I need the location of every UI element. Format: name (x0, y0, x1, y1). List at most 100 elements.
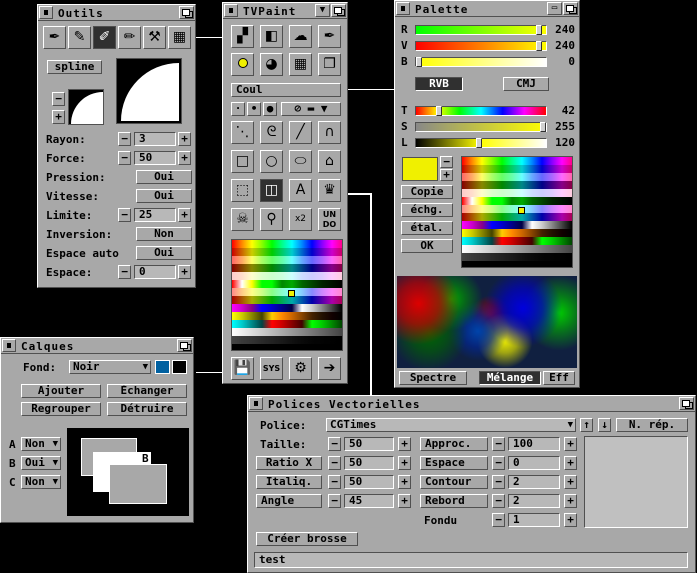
espace-field[interactable]: 0 (134, 265, 176, 279)
palette-color-grid[interactable] (461, 156, 573, 268)
fondu-field[interactable]: 1 (508, 513, 560, 527)
text-input[interactable]: test (254, 552, 688, 568)
magnifier-icon[interactable]: ⚲ (260, 208, 283, 231)
l-slider-knob[interactable] (476, 138, 482, 148)
menu-arrow-icon[interactable]: ▼ (315, 4, 330, 17)
v-slider[interactable] (415, 41, 547, 51)
skull-clear-icon[interactable]: ☠ (231, 208, 254, 231)
arrow-up-icon[interactable]: ↑ (580, 418, 593, 432)
arrow-right-icon[interactable]: ➔ (318, 357, 341, 380)
brush-size-3-button[interactable]: ● (263, 102, 277, 116)
depth-gadget-icon[interactable] (679, 397, 694, 410)
selection-rectangle-icon[interactable]: ⬚ (231, 179, 254, 202)
rvb-button[interactable]: RVB (415, 77, 463, 91)
espace-button[interactable]: Espace (420, 456, 488, 470)
depth-gadget-icon[interactable] (179, 6, 194, 19)
rayon-plus-button[interactable]: + (178, 132, 191, 146)
espace-plus-button[interactable]: + (564, 456, 577, 470)
rayon-field[interactable]: 3 (134, 132, 176, 146)
curve-icon[interactable]: ∩ (318, 121, 341, 144)
ok-button[interactable]: OK (401, 239, 453, 253)
fond-color-blue-swatch[interactable] (155, 360, 170, 374)
layer-a-toggle[interactable]: Non ▼ (21, 437, 61, 451)
b-slider[interactable] (415, 57, 547, 67)
ratio-minus-button[interactable]: − (328, 456, 341, 470)
fond-dropdown[interactable]: Noir ▼ (69, 360, 151, 374)
approc-button[interactable]: Approc. (420, 437, 488, 451)
police-dropdown[interactable]: CGTimes ▼ (326, 418, 576, 432)
copie-button[interactable]: Copie (401, 185, 453, 199)
limite-minus-button[interactable]: − (118, 208, 131, 222)
limite-plus-button[interactable]: + (178, 208, 191, 222)
n-rep-button[interactable]: N. rép. (616, 418, 688, 432)
approc-field[interactable]: 100 (508, 437, 560, 451)
spline-button[interactable]: spline (47, 60, 102, 74)
tvpaint-color-grid[interactable] (231, 239, 343, 351)
layer-b-toggle[interactable]: Oui ▼ (21, 456, 61, 470)
contour-minus-button[interactable]: − (492, 475, 505, 489)
contour-button[interactable]: Contour (420, 475, 488, 489)
sys-button[interactable]: SYS (260, 357, 283, 380)
l-slider[interactable] (415, 138, 547, 148)
perspective-icon[interactable]: ◫ (260, 179, 283, 202)
etal-button[interactable]: étal. (401, 221, 453, 235)
depth-gadget-icon[interactable] (563, 2, 578, 15)
espace-plus-button[interactable]: + (178, 265, 191, 279)
pressure-curve-large[interactable] (116, 58, 182, 124)
calques-titlebar[interactable]: Calques (1, 338, 193, 354)
brush-size-2-button[interactable]: • (247, 102, 261, 116)
rebord-minus-button[interactable]: − (492, 494, 505, 508)
fill-bucket-icon[interactable]: ⌂ (318, 150, 341, 173)
angle-minus-button[interactable]: − (328, 494, 341, 508)
taille-minus-button[interactable]: − (328, 437, 341, 451)
color-minus-button[interactable]: − (440, 156, 453, 168)
fondu-minus-button[interactable]: − (492, 513, 505, 527)
echg-button[interactable]: échg. (401, 203, 453, 217)
espace-field[interactable]: 0 (508, 456, 560, 470)
r-slider-knob[interactable] (536, 25, 542, 35)
layers-icon[interactable]: ❐ (318, 53, 341, 76)
force-minus-button[interactable]: − (118, 151, 131, 165)
rectangle-icon[interactable]: □ (231, 150, 254, 173)
color-mix-area[interactable] (397, 276, 577, 368)
undo-button[interactable]: UN DO (318, 208, 341, 231)
t-slider-knob[interactable] (436, 106, 442, 116)
approc-plus-button[interactable]: + (564, 437, 577, 451)
force-plus-button[interactable]: + (178, 151, 191, 165)
s-slider-knob[interactable] (540, 122, 546, 132)
color-dot-icon[interactable] (231, 53, 254, 76)
fond-color-black-swatch[interactable] (172, 360, 187, 374)
rebord-plus-button[interactable]: + (564, 494, 577, 508)
r-slider[interactable] (415, 25, 547, 35)
vitesse-toggle[interactable]: Oui (136, 189, 192, 203)
color-plus-button[interactable]: + (440, 169, 453, 181)
close-gadget-icon[interactable] (2, 339, 16, 352)
zoom-gadget-icon[interactable]: ▭ (547, 2, 562, 15)
tvpaint-titlebar[interactable]: TVPaint ▼ (223, 3, 347, 19)
airbrush-brush-icon[interactable]: ✐ (93, 26, 116, 49)
close-gadget-icon[interactable] (249, 397, 263, 410)
brush-stroke-icon[interactable]: ✒ (318, 25, 341, 48)
rebord-field[interactable]: 2 (508, 494, 560, 508)
italiq-field[interactable]: 50 (344, 475, 394, 489)
palette-icon[interactable]: ◕ (260, 53, 283, 76)
contour-plus-button[interactable]: + (564, 475, 577, 489)
grid-icon[interactable]: ▦ (289, 53, 312, 76)
palette-titlebar[interactable]: Palette ▭ (395, 1, 579, 17)
curve-minus-button[interactable]: − (52, 92, 65, 106)
v-slider-knob[interactable] (536, 41, 542, 51)
fondu-plus-button[interactable]: + (564, 513, 577, 527)
taille-plus-button[interactable]: + (398, 437, 411, 451)
limite-field[interactable]: 25 (134, 208, 176, 222)
taille-field[interactable]: 50 (344, 437, 394, 451)
ratio-field[interactable]: 50 (344, 456, 394, 470)
angle-button[interactable]: Angle (256, 494, 322, 508)
angle-field[interactable]: 45 (344, 494, 394, 508)
creer-brosse-button[interactable]: Créer brosse (256, 532, 358, 546)
freehand-line-icon[interactable]: ᘓ (260, 121, 283, 144)
inversion-toggle[interactable]: Non (136, 227, 192, 241)
contour-field[interactable]: 2 (508, 475, 560, 489)
italiq-minus-button[interactable]: − (328, 475, 341, 489)
ratio-x-button[interactable]: Ratio X (256, 456, 322, 470)
espace-auto-toggle[interactable]: Oui (136, 246, 192, 260)
